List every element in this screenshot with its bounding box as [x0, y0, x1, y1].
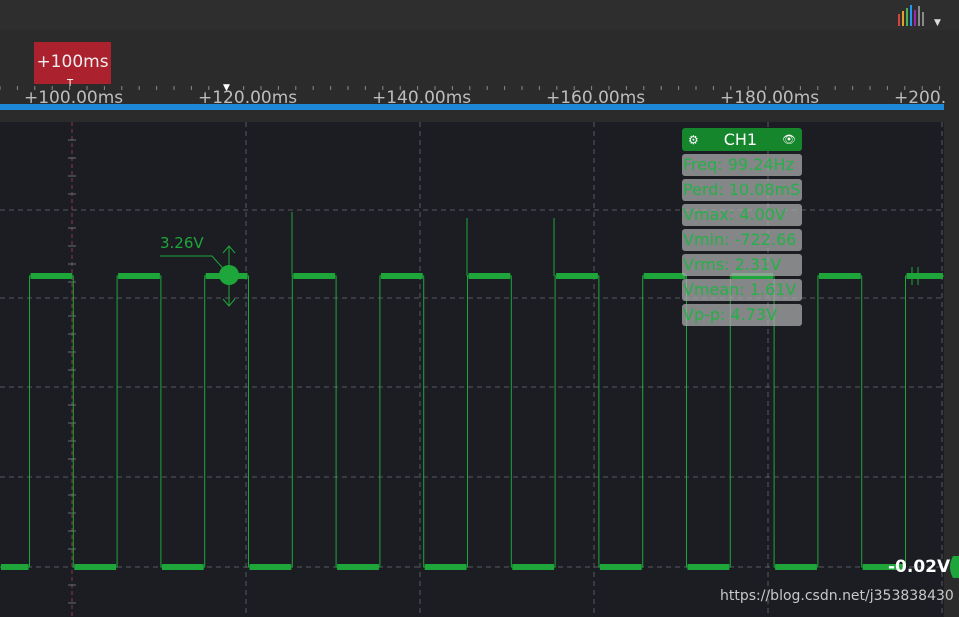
stat-frequency: Freq: 99.24Hz [682, 154, 802, 176]
center-axis [68, 122, 76, 617]
channel-header[interactable]: ⚙ CH1 👁 [682, 128, 802, 151]
eye-icon[interactable]: 👁 [782, 133, 796, 146]
stat-vrms: Vrms: 2.31V [682, 254, 802, 276]
top-toolbar: ▼ [0, 0, 959, 30]
voltage-cursor[interactable]: 3.26V [160, 234, 239, 307]
watermark: https://blog.csdn.net/j353838430 [720, 588, 954, 604]
ch1-waveform [0, 273, 944, 570]
timebase-scroll-bar[interactable] [0, 104, 944, 110]
cursor-pin-icon: T [67, 78, 74, 89]
waveform-plot[interactable]: 3.26V [0, 122, 944, 617]
plot-grid [0, 122, 944, 617]
stat-vmax: Vmax: 4.00V [682, 204, 802, 226]
waveform-canvas: 3.26V [0, 122, 944, 617]
settings-gear-icon[interactable]: ⚙ [688, 133, 699, 147]
spectrum-icon[interactable] [896, 2, 936, 30]
waveform-trace [0, 275, 944, 568]
oscilloscope-app: ▼ +100.00ms +120.00ms +140.00ms +160.00m… [0, 0, 959, 617]
channel-title: CH1 [723, 130, 758, 149]
glitch-spikes [291, 212, 555, 276]
cursor-voltage-label: 3.26V [160, 234, 204, 252]
channel-offset-label: -0.02V [888, 557, 951, 577]
stat-vpp: Vp-p: 4.73V [682, 304, 802, 326]
time-ruler[interactable]: +100.00ms +120.00ms +140.00ms +160.00ms … [0, 30, 959, 108]
stat-vmin: Vmin: -722.66 [682, 229, 802, 251]
chevron-down-icon[interactable]: ▼ [934, 18, 941, 28]
trigger-position-marker[interactable]: ▼ [223, 83, 230, 93]
stat-period: Perd: 10.08mS [682, 179, 802, 201]
channel-offset-handle[interactable] [947, 556, 959, 578]
stat-vmean: Vmean: 1.61V [682, 279, 802, 301]
channel-measurement-panel: ⚙ CH1 👁 Freq: 99.24Hz Perd: 10.08mS Vmax… [682, 128, 802, 326]
